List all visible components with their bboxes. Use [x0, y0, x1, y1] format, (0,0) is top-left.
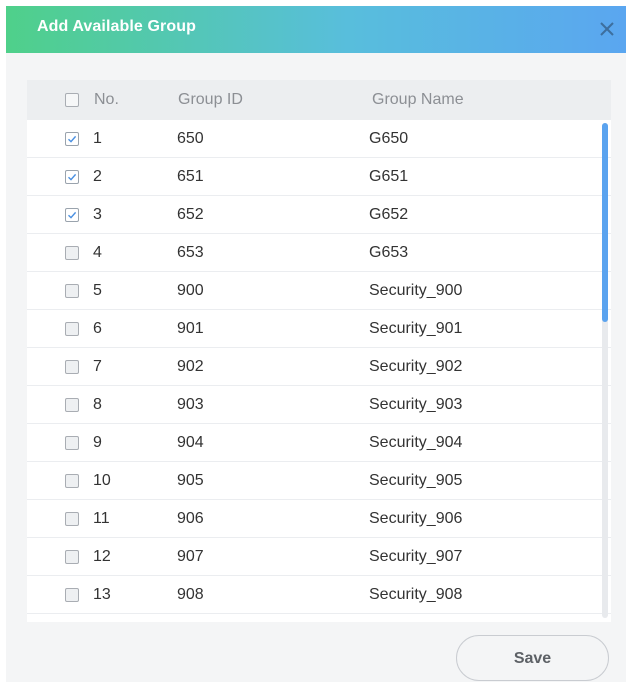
table-row[interactable]: 9 904 Security_904 — [27, 424, 611, 462]
row-group-name: Security_903 — [369, 396, 463, 413]
row-no: 11 — [93, 510, 110, 527]
table-row[interactable]: 6 901 Security_901 — [27, 310, 611, 348]
row-no: 10 — [93, 472, 111, 489]
row-checkbox[interactable] — [65, 436, 79, 450]
check-mark-icon — [68, 173, 77, 181]
row-group-id: 650 — [177, 130, 204, 147]
table-row[interactable]: 7 902 Security_902 — [27, 348, 611, 386]
row-group-name: G650 — [369, 130, 409, 147]
row-no: 6 — [93, 320, 102, 337]
scrollbar-track[interactable] — [602, 123, 608, 618]
row-group-id: 904 — [177, 434, 204, 451]
scrollbar-thumb[interactable] — [602, 123, 608, 322]
row-group-id: 653 — [177, 244, 204, 261]
row-checkbox[interactable] — [65, 360, 79, 374]
row-group-id: 903 — [177, 396, 204, 413]
column-header-no: No. — [94, 91, 119, 108]
row-no: 4 — [93, 244, 102, 261]
row-group-name: Security_905 — [369, 472, 463, 489]
row-no: 5 — [93, 282, 102, 299]
row-no: 1 — [93, 130, 102, 147]
table-row[interactable]: 2 651 G651 — [27, 158, 611, 196]
row-checkbox[interactable] — [65, 322, 79, 336]
row-no: 8 — [93, 396, 102, 413]
row-checkbox[interactable] — [65, 132, 79, 146]
row-group-id: 651 — [177, 168, 204, 185]
table-row[interactable]: 5 900 Security_900 — [27, 272, 611, 310]
row-no: 13 — [93, 586, 111, 603]
row-group-id: 908 — [177, 586, 204, 603]
check-mark-icon — [68, 211, 77, 219]
column-header-group-name: Group Name — [372, 91, 464, 108]
row-no: 7 — [93, 358, 102, 375]
table-row[interactable]: 10 905 Security_905 — [27, 462, 611, 500]
row-group-name: Security_906 — [369, 510, 463, 527]
row-group-id: 652 — [177, 206, 204, 223]
row-checkbox[interactable] — [65, 474, 79, 488]
row-group-name: Security_900 — [369, 282, 463, 299]
row-no: 3 — [93, 206, 102, 223]
table-header: No. Group ID Group Name — [27, 80, 611, 120]
table-row[interactable]: 4 653 G653 — [27, 234, 611, 272]
row-checkbox[interactable] — [65, 550, 79, 564]
table-row[interactable]: 12 907 Security_907 — [27, 538, 611, 576]
row-group-id: 905 — [177, 472, 204, 489]
row-checkbox[interactable] — [65, 246, 79, 260]
save-button[interactable]: Save — [456, 635, 609, 681]
row-checkbox[interactable] — [65, 208, 79, 222]
table-row[interactable]: 13 908 Security_908 — [27, 576, 611, 614]
group-table: No. Group ID Group Name 1 650 G650 2 651 G651… — [27, 80, 611, 622]
row-no: 2 — [93, 168, 102, 185]
row-group-name: G651 — [369, 168, 409, 185]
row-group-name: Security_902 — [369, 358, 463, 375]
row-group-name: Security_904 — [369, 434, 463, 451]
row-group-id: 907 — [177, 548, 204, 565]
close-icon[interactable] — [596, 18, 618, 40]
row-group-id: 906 — [177, 510, 204, 527]
row-group-id: 902 — [177, 358, 204, 375]
row-group-name: G652 — [369, 206, 409, 223]
dialog-titlebar: Add Available Group — [6, 6, 626, 53]
select-all-checkbox[interactable] — [65, 93, 79, 107]
column-header-group-id: Group ID — [178, 91, 243, 108]
row-group-name: Security_907 — [369, 548, 463, 565]
table-row[interactable]: 1 650 G650 — [27, 120, 611, 158]
row-group-id: 901 — [177, 320, 204, 337]
row-group-name: Security_908 — [369, 586, 463, 603]
table-row[interactable]: 3 652 G652 — [27, 196, 611, 234]
row-group-name: G653 — [369, 244, 409, 261]
row-group-id: 900 — [177, 282, 204, 299]
row-checkbox[interactable] — [65, 170, 79, 184]
dialog-title: Add Available Group — [37, 18, 196, 35]
add-available-group-dialog: Add Available Group No. Group ID Group N… — [6, 6, 626, 682]
table-row[interactable]: 8 903 Security_903 — [27, 386, 611, 424]
table-row[interactable]: 11 906 Security_906 — [27, 500, 611, 538]
row-no: 12 — [93, 548, 111, 565]
row-group-name: Security_901 — [369, 320, 463, 337]
row-checkbox[interactable] — [65, 398, 79, 412]
row-checkbox[interactable] — [65, 588, 79, 602]
row-checkbox[interactable] — [65, 512, 79, 526]
check-mark-icon — [68, 135, 77, 143]
row-checkbox[interactable] — [65, 284, 79, 298]
table-body: 1 650 G650 2 651 G651 3 652 G652 4 653 G653 5 900 Secu… — [27, 120, 611, 614]
row-no: 9 — [93, 434, 102, 451]
